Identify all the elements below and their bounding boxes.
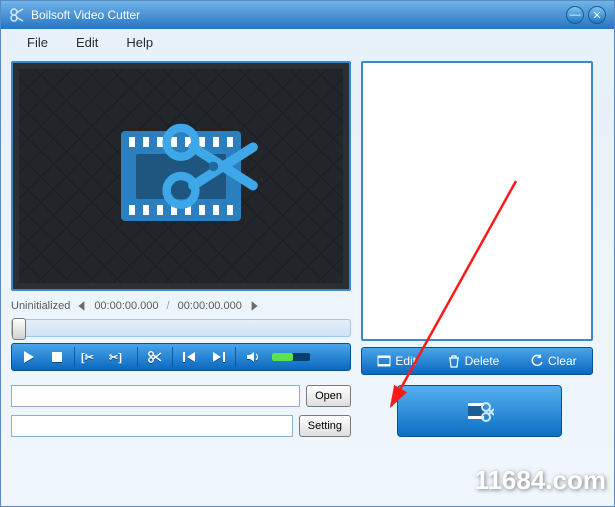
volume-button[interactable] (240, 346, 266, 368)
right-panel: Edit Delete Clear (361, 61, 604, 375)
delete-label: Delete (465, 354, 500, 368)
start-icon (466, 397, 494, 425)
scissors-icon (147, 106, 267, 226)
menu-file[interactable]: File (13, 31, 62, 54)
time-separator: / (165, 300, 172, 312)
separator (172, 347, 173, 367)
separator (235, 347, 236, 367)
volume-level (272, 353, 293, 361)
svg-text:✂]: ✂] (109, 352, 122, 364)
mark-in-button[interactable]: [✂ (79, 346, 105, 368)
input-file-field[interactable] (11, 385, 300, 407)
seek-slider[interactable] (11, 319, 351, 337)
status-state: Uninitialized (11, 300, 70, 312)
clear-button[interactable]: Clear (524, 354, 583, 368)
menu-edit[interactable]: Edit (62, 31, 112, 54)
volume-slider[interactable] (272, 353, 310, 361)
status-row: Uninitialized 00:00:00.000 / 00:00:00.00… (11, 297, 351, 315)
output-file-field[interactable] (11, 415, 293, 437)
edit-label: Edit (395, 354, 416, 368)
app-window: Boilsoft Video Cutter — ✕ File Edit Help (0, 0, 615, 507)
app-title: Boilsoft Video Cutter (31, 8, 562, 22)
clear-label: Clear (548, 354, 577, 368)
menubar: File Edit Help (1, 29, 614, 55)
delete-button[interactable]: Delete (441, 354, 506, 368)
menu-help[interactable]: Help (112, 31, 167, 54)
prev-frame-button[interactable] (177, 346, 203, 368)
trash-icon (447, 354, 461, 368)
time-total: 00:00:00.000 (178, 300, 242, 312)
stop-button[interactable] (44, 346, 70, 368)
open-button[interactable]: Open (306, 385, 351, 407)
separator (137, 347, 138, 367)
setting-button[interactable]: Setting (299, 415, 351, 437)
svg-text:[✂: [✂ (81, 352, 94, 364)
list-actions-bar: Edit Delete Clear (361, 347, 593, 375)
step-back-icon[interactable] (76, 300, 88, 312)
video-preview (11, 61, 351, 291)
cut-button[interactable] (142, 346, 168, 368)
seek-thumb[interactable] (12, 318, 26, 340)
left-panel: Uninitialized 00:00:00.000 / 00:00:00.00… (11, 61, 351, 375)
time-current: 00:00:00.000 (94, 300, 158, 312)
playback-controls: [✂ ✂] (11, 343, 351, 371)
play-button[interactable] (16, 346, 42, 368)
titlebar: Boilsoft Video Cutter — ✕ (1, 1, 614, 29)
mark-out-button[interactable]: ✂] (107, 346, 133, 368)
refresh-icon (530, 354, 544, 368)
app-icon (9, 7, 25, 23)
watermark: 11684.com (474, 465, 606, 496)
clip-list[interactable] (361, 61, 593, 341)
step-forward-icon[interactable] (248, 300, 260, 312)
edit-button[interactable]: Edit (371, 354, 422, 368)
start-button[interactable] (397, 385, 562, 437)
film-icon (377, 354, 391, 368)
bottom-row: Open Setting (1, 375, 614, 437)
next-frame-button[interactable] (205, 346, 231, 368)
minimize-button[interactable]: — (566, 6, 584, 24)
separator (74, 347, 75, 367)
close-button[interactable]: ✕ (588, 6, 606, 24)
